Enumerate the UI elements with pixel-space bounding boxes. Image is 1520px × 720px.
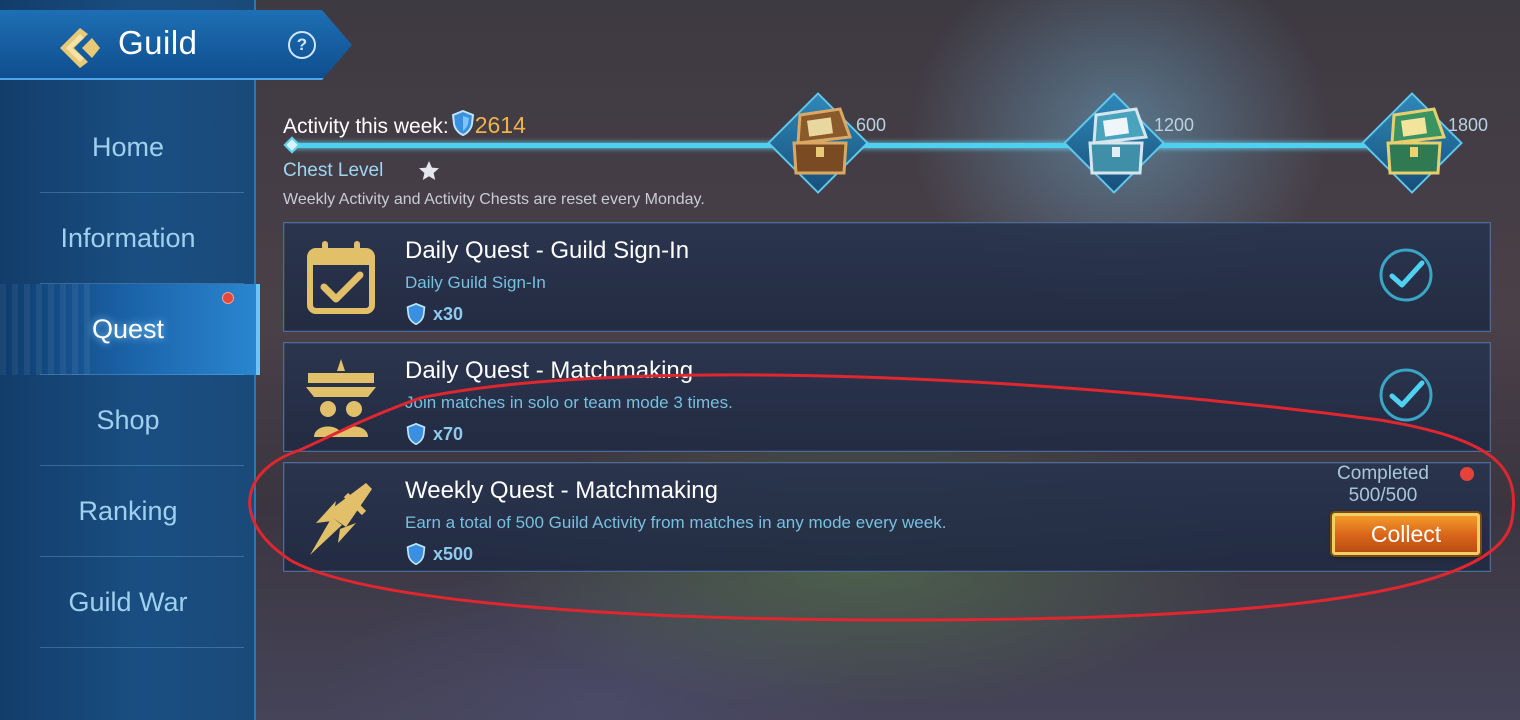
quest-reward: x70 <box>405 423 463 445</box>
check-circle-icon <box>1379 368 1433 422</box>
quest-reward: x30 <box>405 303 463 325</box>
quest-description: Join matches in solo or team mode 3 time… <box>405 393 733 412</box>
check-circle-icon <box>1379 248 1433 302</box>
progress-start-marker <box>283 136 301 154</box>
sidebar-item-label: Guild War <box>68 587 188 617</box>
quest-description: Daily Guild Sign-In <box>405 273 546 292</box>
collect-button[interactable]: Collect <box>1332 513 1480 555</box>
page-title: Guild <box>118 24 198 61</box>
reward-amount: x70 <box>433 423 464 444</box>
sidebar-item-label: Ranking <box>78 496 178 526</box>
quest-card-daily-matchmaking: Daily Quest - Matchmaking Join matches i… <box>283 342 1491 452</box>
reset-note: Weekly Activity and Activity Chests are … <box>283 191 705 208</box>
quest-card-guild-sign-in: Daily Quest - Guild Sign-In Daily Guild … <box>283 222 1491 332</box>
reward-amount: x500 <box>433 543 474 564</box>
sidebar-item-shop[interactable]: Shop <box>0 375 256 466</box>
rocket-sword-icon <box>310 483 372 555</box>
notification-dot <box>1460 467 1474 481</box>
activity-shield-icon <box>406 303 426 325</box>
quest-title: Weekly Quest - Matchmaking <box>405 477 718 504</box>
reward-amount: x30 <box>433 303 464 324</box>
notification-dot <box>222 292 234 304</box>
sidebar-item-guild-war[interactable]: Guild War <box>0 557 256 648</box>
silver-chest-icon <box>1088 107 1149 175</box>
sidebar-item-label: Information <box>60 223 196 253</box>
quest-reward: x500 <box>405 543 473 565</box>
activity-shield-icon <box>406 423 426 445</box>
completed-status: Completed 500/500 <box>1308 463 1458 507</box>
milestone-chest-1800[interactable]: 1800 <box>1361 92 1488 205</box>
completed-label: Completed <box>1337 463 1429 484</box>
quest-description: Earn a total of 500 Guild Activity from … <box>405 513 947 532</box>
chest-level-label: Chest Level <box>283 160 384 181</box>
back-icon[interactable] <box>54 24 102 72</box>
help-icon[interactable]: ? <box>288 31 316 59</box>
star-icon <box>419 161 439 180</box>
activity-shield-icon <box>451 110 474 136</box>
sidebar-nav: Home Information Quest Shop Ranking Guil… <box>0 102 260 648</box>
sidebar-item-label: Shop <box>96 405 160 435</box>
team-podium-icon <box>306 359 376 437</box>
sidebar-item-ranking[interactable]: Ranking <box>0 466 256 557</box>
sidebar-item-quest[interactable]: Quest <box>0 284 260 375</box>
milestone-value: 1200 <box>1154 115 1195 135</box>
sidebar-item-label: Quest <box>91 314 165 344</box>
bronze-chest-icon <box>792 107 853 175</box>
gold-chest-icon <box>1386 107 1447 175</box>
sidebar-item-home[interactable]: Home <box>0 102 256 193</box>
milestone-chest-1200[interactable]: 1200 <box>1063 92 1194 205</box>
sidebar-item-information[interactable]: Information <box>0 193 256 284</box>
activity-label-text: Activity this week: <box>283 115 449 138</box>
milestone-value: 600 <box>856 115 887 135</box>
milestone-chest-600[interactable]: 600 <box>767 92 886 205</box>
calendar-check-icon <box>307 241 375 314</box>
quest-title: Daily Quest - Guild Sign-In <box>405 237 690 264</box>
activity-shield-icon <box>406 543 426 565</box>
quest-card-weekly-matchmaking: Weekly Quest - Matchmaking Earn a total … <box>283 462 1491 572</box>
sidebar-item-label: Home <box>91 132 165 162</box>
quest-title: Daily Quest - Matchmaking <box>405 357 694 384</box>
activity-label: Activity this week: 2614 <box>283 110 526 139</box>
activity-value: 2614 <box>474 112 526 138</box>
quest-progress: 500/500 <box>1348 485 1418 506</box>
milestone-value: 1800 <box>1448 115 1489 135</box>
